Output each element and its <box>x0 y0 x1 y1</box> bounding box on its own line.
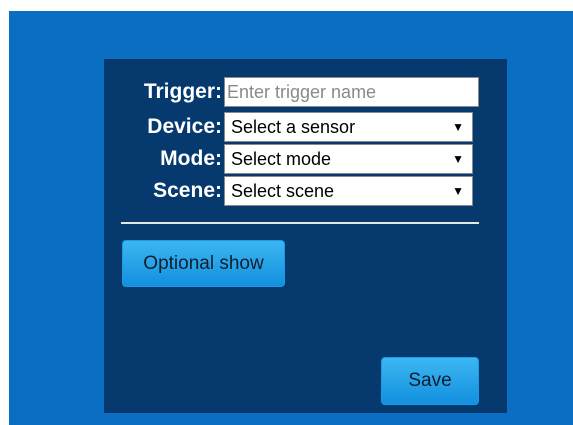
scene-label: Scene: <box>153 179 222 202</box>
scene-select-value: Select scene <box>231 181 335 201</box>
mode-select-value: Select mode <box>231 149 332 169</box>
app-background: Trigger: Device: Select a sensor ▼ Mode:… <box>9 11 573 425</box>
device-label: Device: <box>147 115 222 138</box>
dropdown-arrow-icon: ▼ <box>452 120 464 134</box>
trigger-form-panel: Trigger: Device: Select a sensor ▼ Mode:… <box>104 59 507 413</box>
device-select-value: Select a sensor <box>231 117 356 137</box>
dropdown-arrow-icon: ▼ <box>452 184 464 198</box>
dropdown-arrow-icon: ▼ <box>452 152 464 166</box>
form-divider <box>121 222 479 224</box>
device-select[interactable]: Select a sensor ▼ <box>224 112 473 142</box>
mode-label: Mode: <box>160 147 222 170</box>
trigger-name-input[interactable] <box>224 77 479 107</box>
optional-show-button[interactable]: Optional show <box>122 240 285 287</box>
scene-select[interactable]: Select scene ▼ <box>224 176 473 206</box>
mode-select[interactable]: Select mode ▼ <box>224 144 473 174</box>
save-button[interactable]: Save <box>381 357 479 405</box>
trigger-label: Trigger: <box>143 80 222 103</box>
